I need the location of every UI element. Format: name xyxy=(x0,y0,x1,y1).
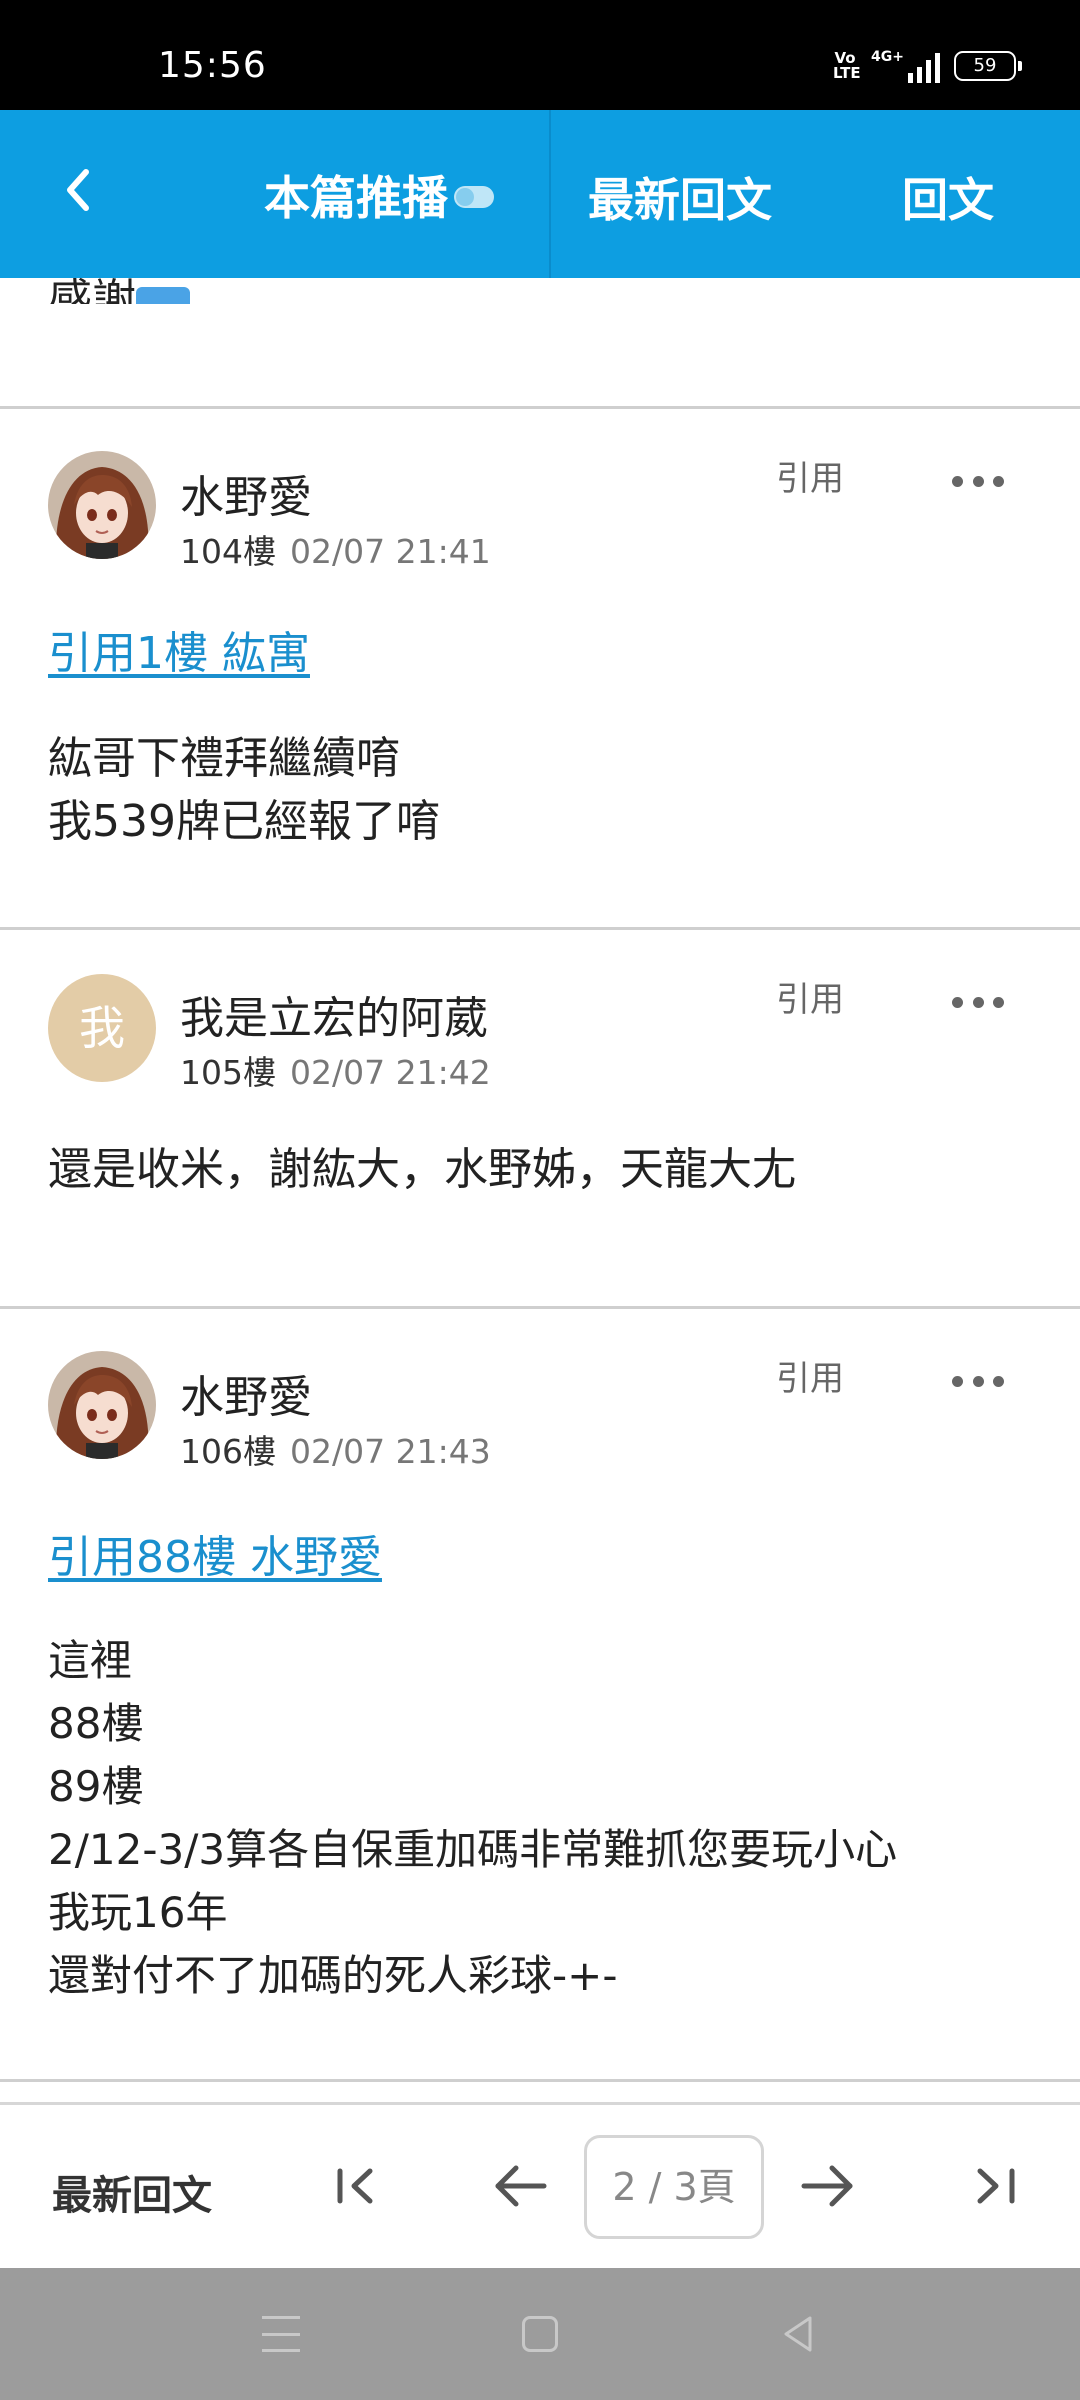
author-name[interactable]: 我是立宏的阿葳 xyxy=(180,982,488,1046)
first-page-button[interactable] xyxy=(326,2151,386,2221)
post-content: 還是收米，謝紘大，水野姊，天龍大尢 xyxy=(48,1138,796,1201)
arrow-right-icon xyxy=(801,2165,853,2207)
divider xyxy=(0,2079,1080,2082)
post-104: 水野愛 104樓 02/07 21:41 引用 引用1樓 紘寓 紘哥下禮拜繼續唷 … xyxy=(0,409,1080,927)
recommend-push-label: 本篇推播 xyxy=(264,171,448,225)
post-time: 02/07 21:43 xyxy=(290,1432,491,1471)
anime-avatar-icon xyxy=(48,1351,156,1459)
latest-reply-bottom-button[interactable]: 最新回文 xyxy=(52,2163,212,2221)
quote-link[interactable]: 引用88樓 水野愛 xyxy=(48,1521,382,1585)
page-indicator[interactable]: 2 / 3頁 xyxy=(584,2135,764,2239)
more-dot xyxy=(972,475,984,487)
system-back-button[interactable] xyxy=(780,2314,816,2354)
status-icons: Vo LTE 4G+ 59 xyxy=(833,46,1022,86)
toggle-switch-icon[interactable] xyxy=(454,186,494,208)
reply-button[interactable]: 回文 xyxy=(902,164,994,230)
content-line: 89樓 xyxy=(48,1762,144,1811)
post-106: 水野愛 106樓 02/07 21:43 引用 引用88樓 水野愛 這裡 88樓 … xyxy=(0,1309,1080,2079)
post-time: 02/07 21:41 xyxy=(290,532,491,571)
more-options-button[interactable] xyxy=(952,471,1004,491)
system-nav-bar xyxy=(0,2268,1080,2400)
battery-icon: 59 xyxy=(954,51,1022,81)
menu-icon xyxy=(262,2316,300,2319)
back-triangle-icon xyxy=(784,2316,812,2352)
more-dot xyxy=(993,1375,1004,1387)
latest-reply-button[interactable]: 最新回文 xyxy=(588,164,772,230)
post-content: 紘哥下禮拜繼續唷 我539牌已經報了唷 xyxy=(48,727,440,853)
content-line: 我玩16年 xyxy=(48,1888,228,1937)
post-meta: 105樓 02/07 21:42 xyxy=(180,1046,491,1094)
app-header: 本篇推播 最新回文 回文 xyxy=(0,110,1080,278)
author-name[interactable]: 水野愛 xyxy=(180,1361,312,1425)
volte-icon: Vo LTE xyxy=(833,49,861,82)
content-line: 還對付不了加碼的死人彩球-+- xyxy=(48,1951,618,2000)
home-button[interactable] xyxy=(522,2316,558,2352)
floor-number: 105樓 xyxy=(180,1053,276,1092)
network-type: 4G+ xyxy=(871,49,904,65)
last-page-icon xyxy=(977,2168,1015,2204)
post-meta: 104樓 02/07 21:41 xyxy=(180,525,491,573)
recommend-push-toggle[interactable]: 本篇推播 xyxy=(264,164,494,226)
emoji-icon xyxy=(136,287,190,304)
recent-apps-button[interactable] xyxy=(262,2310,300,2358)
avatar[interactable] xyxy=(48,1351,156,1459)
arrow-left-icon xyxy=(495,2165,547,2207)
author-name[interactable]: 水野愛 xyxy=(180,461,312,525)
anime-avatar-icon xyxy=(48,451,156,559)
content-line: 88樓 xyxy=(48,1699,144,1748)
avatar[interactable] xyxy=(48,451,156,559)
content-line: 紘哥下禮拜繼續唷 xyxy=(48,733,400,784)
floor-number: 104樓 xyxy=(180,532,276,571)
quote-button[interactable]: 引用 xyxy=(776,972,844,1021)
more-dots-icon xyxy=(952,475,963,487)
more-dot xyxy=(972,996,984,1008)
menu-line xyxy=(262,2349,300,2352)
next-page-button[interactable] xyxy=(798,2151,858,2221)
post-content: 這裡 88樓 89樓 2/12-3/3算各自保重加碼非常難抓您要玩小心 我玩16… xyxy=(48,1629,897,2007)
post-meta: 106樓 02/07 21:43 xyxy=(180,1425,491,1473)
avatar[interactable]: 我 xyxy=(48,974,156,1082)
floor-number: 106樓 xyxy=(180,1432,276,1471)
menu-line xyxy=(262,2332,300,2336)
signal-icon: 4G+ xyxy=(871,49,940,83)
more-dot xyxy=(993,996,1004,1008)
content-line: 我539牌已經報了唷 xyxy=(48,796,440,847)
quote-button[interactable]: 引用 xyxy=(776,451,844,500)
more-options-button[interactable] xyxy=(952,1371,1004,1391)
content-line: 2/12-3/3算各自保重加碼非常難抓您要玩小心 xyxy=(48,1825,898,1874)
post-time: 02/07 21:42 xyxy=(290,1053,491,1092)
previous-post-text: 感謝 xyxy=(48,275,136,304)
quote-link[interactable]: 引用1樓 紘寓 xyxy=(48,617,310,681)
chevron-left-icon xyxy=(67,169,89,211)
content-line: 這裡 xyxy=(48,1636,133,1685)
pagination-bar: 最新回文 2 / 3頁 xyxy=(0,2102,1080,2268)
post-105: 我 我是立宏的阿葳 105樓 02/07 21:42 引用 還是收米，謝紘大，水野… xyxy=(0,930,1080,1306)
first-page-icon xyxy=(337,2168,373,2204)
more-dots-icon xyxy=(952,996,963,1008)
back-button[interactable] xyxy=(58,160,128,230)
status-bar: 15:56 Vo LTE 4G+ 59 xyxy=(0,0,1080,110)
more-dot xyxy=(993,475,1004,487)
more-dot xyxy=(972,1375,984,1387)
quote-button[interactable]: 引用 xyxy=(776,1351,844,1400)
prev-page-button[interactable] xyxy=(490,2151,550,2221)
status-time: 15:56 xyxy=(158,45,267,86)
more-dots-icon xyxy=(952,1375,963,1387)
more-options-button[interactable] xyxy=(952,992,1004,1012)
last-page-button[interactable] xyxy=(970,2151,1030,2221)
header-divider xyxy=(549,110,551,278)
content-line: 還是收米，謝紘大，水野姊，天龍大尢 xyxy=(48,1144,796,1195)
previous-post-remnant: 感謝 xyxy=(48,264,190,304)
